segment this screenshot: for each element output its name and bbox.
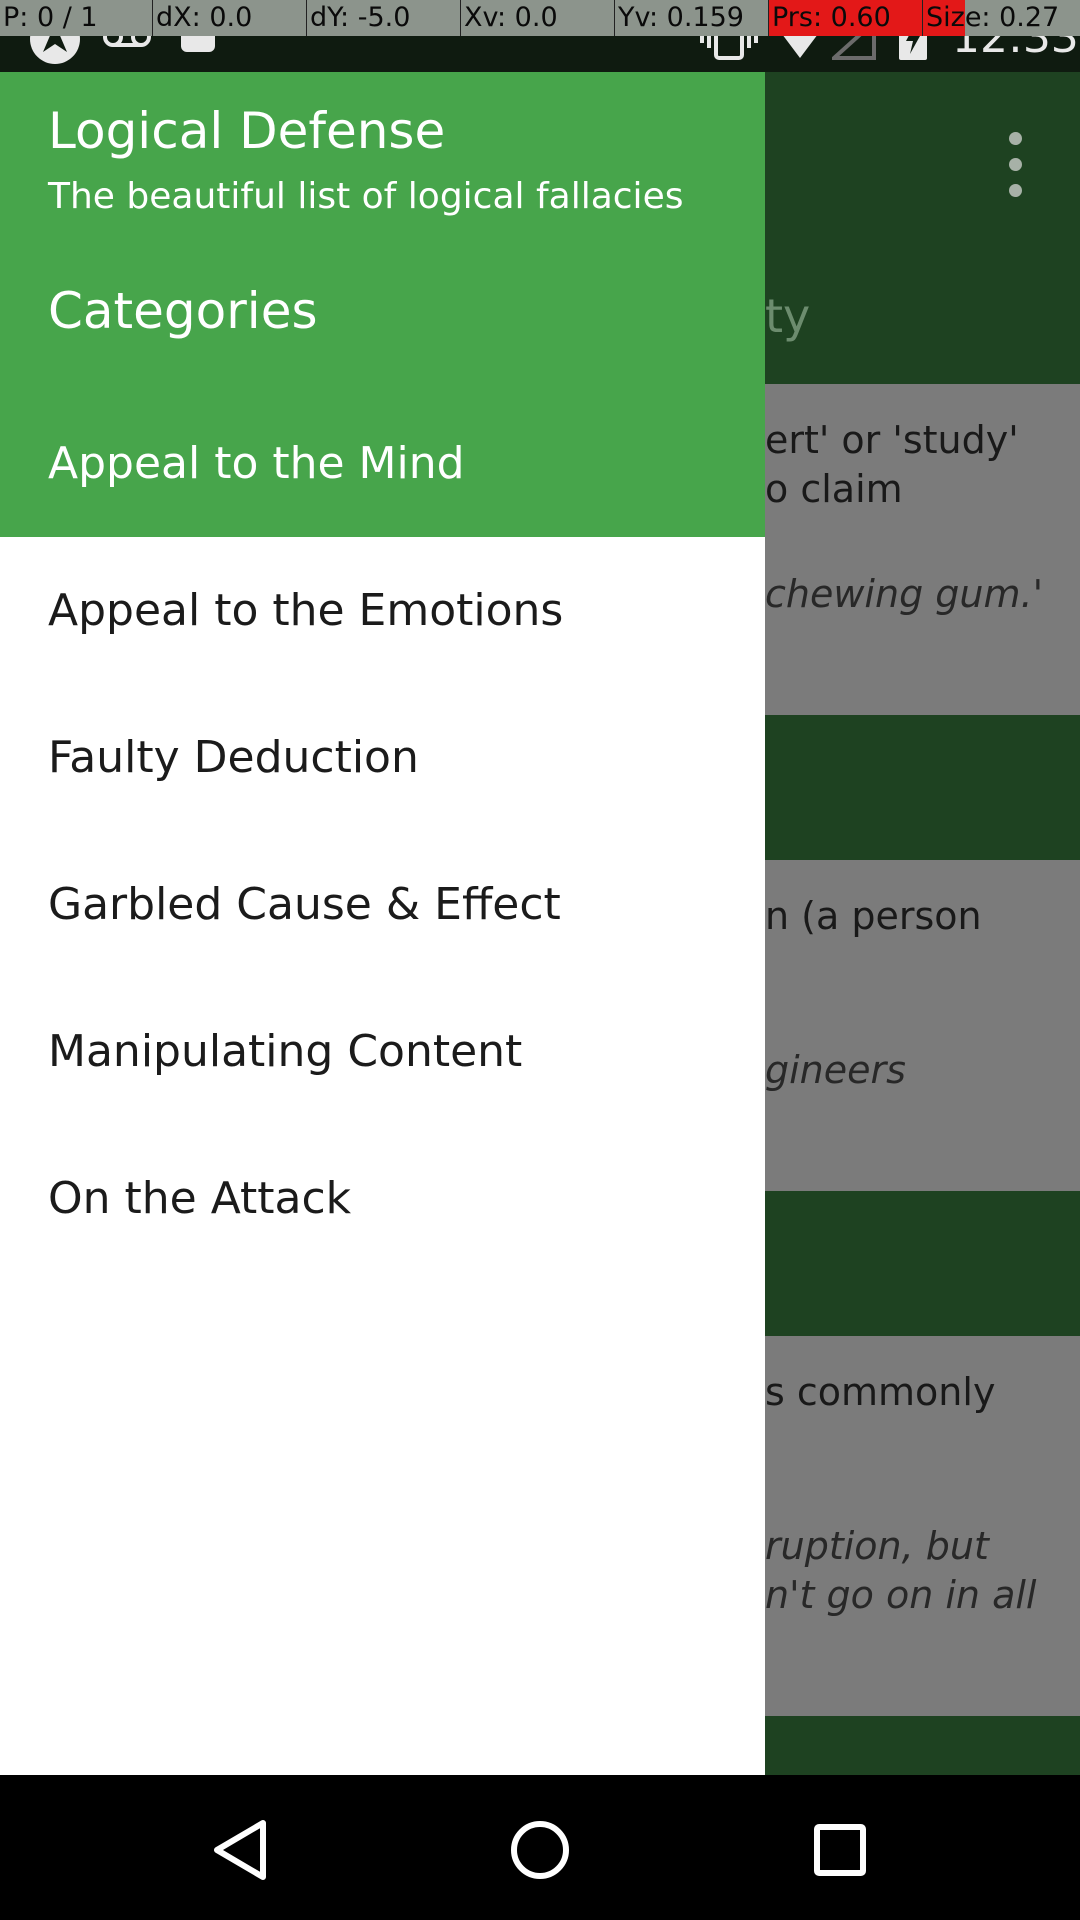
app-title: Logical Defense	[48, 102, 446, 160]
drawer-item-manipulating-content[interactable]: Manipulating Content	[0, 978, 765, 1125]
debug-dx: dX: 0.0	[153, 0, 307, 36]
recents-icon[interactable]	[785, 1795, 895, 1905]
drawer-item-on-the-attack[interactable]: On the Attack	[0, 1125, 765, 1272]
drawer-item-label: Garbled Cause & Effect	[48, 879, 561, 930]
drawer-item-appeal-to-the-mind[interactable]: Appeal to the Mind	[0, 390, 765, 537]
pointer-debug-overlay: P: 0 / 1 dX: 0.0 dY: -5.0 Xv: 0.0 Yv: 0.…	[0, 0, 1080, 36]
card-text: ert' or 'study'	[765, 418, 1019, 462]
card-text: s commonly	[765, 1370, 996, 1414]
navigation-drawer: Logical Defense The beautiful list of lo…	[0, 72, 765, 1775]
drawer-item-label: On the Attack	[48, 1173, 352, 1224]
card-example: n't go on in all	[765, 1573, 1037, 1617]
drawer-item-faulty-deduction[interactable]: Faulty Deduction	[0, 684, 765, 831]
drawer-item-appeal-to-the-emotions[interactable]: Appeal to the Emotions	[0, 537, 765, 684]
card-text: o claim	[765, 467, 903, 511]
debug-xv: Xv: 0.0	[461, 0, 615, 36]
more-vert-icon	[1004, 132, 1028, 198]
card-example: ruption, but	[765, 1524, 989, 1568]
app-subtitle: The beautiful list of logical fallacies	[48, 176, 684, 217]
home-icon[interactable]	[485, 1795, 595, 1905]
debug-yv: Yv: 0.159	[615, 0, 769, 36]
drawer-item-label: Appeal to the Emotions	[48, 585, 564, 636]
card-text: n (a person	[765, 894, 982, 938]
status-bar: 12:33 P: 0 / 1 dX: 0.0 dY: -5.0 Xv: 0.0 …	[0, 0, 1080, 72]
card-example: chewing gum.'	[765, 572, 1044, 616]
tab-title-fragment: ty	[765, 289, 811, 343]
drawer-item-label: Appeal to the Mind	[48, 438, 465, 489]
debug-size: Size: 0.27	[923, 0, 1080, 36]
debug-pointers: P: 0 / 1	[0, 0, 153, 36]
card-example: gineers	[765, 1048, 906, 1092]
drawer-item-label: Manipulating Content	[48, 1026, 523, 1077]
drawer-item-label: Faulty Deduction	[48, 732, 419, 783]
debug-dy: dY: -5.0	[307, 0, 461, 36]
system-nav-bar	[0, 1775, 1080, 1920]
categories-heading: Categories	[48, 282, 318, 340]
debug-pressure: Prs: 0.60	[769, 0, 923, 36]
drawer-item-garbled-cause-effect[interactable]: Garbled Cause & Effect	[0, 831, 765, 978]
back-icon[interactable]	[185, 1795, 295, 1905]
